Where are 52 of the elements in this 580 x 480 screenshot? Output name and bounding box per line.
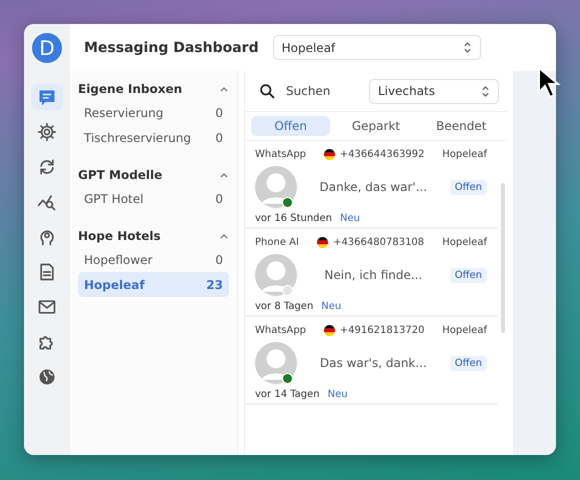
- timestamp: vor 14 Tagen: [255, 389, 320, 400]
- inbox-item[interactable]: Hopeleaf 23: [78, 272, 229, 297]
- caret-icon[interactable]: [219, 233, 229, 239]
- channel-label: Phone AI: [255, 237, 299, 248]
- tab[interactable]: Geparkt: [336, 116, 416, 136]
- flag-icon: [317, 237, 328, 248]
- new-label: Neu: [340, 213, 360, 224]
- inbox-select[interactable]: Hopeleaf: [272, 35, 481, 60]
- inbox-item[interactable]: Tischreservierung 0: [78, 125, 229, 150]
- chevron-up-down-icon: [481, 84, 490, 98]
- inbox-item[interactable]: Hopeflower 0: [78, 247, 229, 272]
- settings-icon[interactable]: [37, 122, 57, 142]
- new-label: Neu: [328, 389, 348, 400]
- inbox-name: Hopeleaf: [442, 149, 487, 160]
- inbox-item[interactable]: Reservierung 0: [78, 100, 229, 125]
- avatar-icon: [255, 342, 297, 384]
- inbox-item[interactable]: GPT Hotel 0: [78, 186, 229, 211]
- message-preview: Danke, das war'...: [318, 180, 428, 194]
- channel-label: WhatsApp: [255, 325, 306, 336]
- phone-number: +4366480783108: [333, 237, 424, 248]
- caret-icon[interactable]: [219, 86, 229, 92]
- message-preview: Nein, ich finde...: [323, 268, 424, 282]
- caret-icon[interactable]: [219, 172, 229, 178]
- status-badge: Offen: [450, 356, 487, 370]
- inbox-name: Hopeleaf: [442, 237, 487, 248]
- chevron-up-down-icon: [462, 41, 472, 54]
- scrollbar[interactable]: [501, 183, 505, 333]
- timestamp: vor 16 Stunden: [255, 213, 332, 224]
- new-label: Neu: [321, 301, 342, 312]
- channel-label: WhatsApp: [255, 149, 306, 160]
- group-title: Eigene Inboxen: [78, 82, 182, 96]
- timestamp: vor 8 Tagen: [255, 301, 314, 312]
- flag-icon: [324, 325, 335, 336]
- status-badge: Offen: [450, 268, 487, 282]
- search-field[interactable]: Suchen: [284, 83, 358, 99]
- app-title: Messaging Dashboard: [84, 40, 259, 56]
- tab[interactable]: Offen: [251, 116, 330, 136]
- status-badge: Offen: [450, 180, 487, 194]
- tab[interactable]: Beendet: [422, 116, 501, 136]
- search-icon: [259, 82, 276, 100]
- phone-number: +491621813720: [340, 325, 425, 336]
- avatar-icon: [255, 166, 297, 208]
- avatar[interactable]: D: [32, 33, 62, 63]
- inbox-name: Hopeleaf: [442, 325, 487, 336]
- channel-select[interactable]: Livechats: [369, 78, 499, 104]
- phone-number: +436644363992: [340, 149, 425, 160]
- globe-icon[interactable]: [37, 367, 57, 387]
- avatar-icon: [255, 254, 297, 296]
- group-title: GPT Modelle: [78, 168, 162, 182]
- message-preview: Das war's, dank...: [318, 356, 428, 370]
- group-title: Hope Hotels: [78, 229, 161, 243]
- flag-icon: [324, 149, 335, 160]
